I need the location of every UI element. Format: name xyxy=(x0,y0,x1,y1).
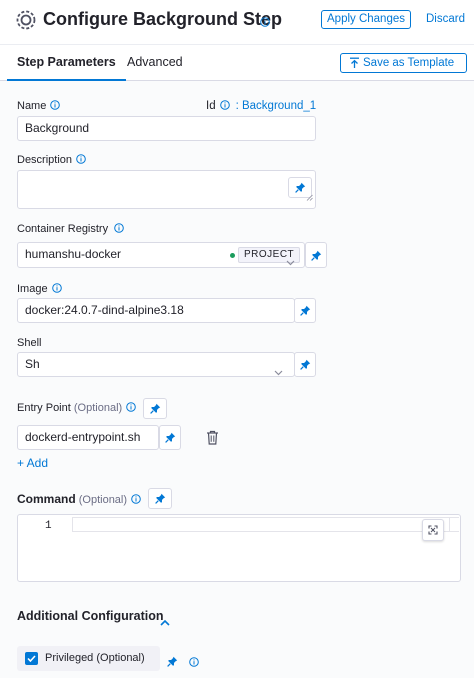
id-value[interactable]: : Background_1 xyxy=(236,100,317,112)
pin-button[interactable] xyxy=(148,488,172,509)
pin-icon xyxy=(154,493,165,504)
id-label: Id xyxy=(206,100,216,112)
command-editor[interactable]: 1 xyxy=(17,514,461,582)
info-icon[interactable] xyxy=(219,100,230,113)
tab-step-parameters[interactable]: Step Parameters xyxy=(7,45,126,81)
chevron-down-icon[interactable] xyxy=(274,361,283,376)
container-registry-value: humanshu-docker xyxy=(25,247,122,261)
check-icon xyxy=(27,655,36,662)
description-label: Description xyxy=(17,154,86,167)
info-icon[interactable] xyxy=(126,402,136,415)
step-parameters-panel: Name Id : Background_1 Background Descrip… xyxy=(0,81,474,678)
editor-divider xyxy=(449,517,450,532)
line-number: 1 xyxy=(45,520,52,532)
info-icon[interactable] xyxy=(76,154,86,167)
info-icon[interactable] xyxy=(189,654,199,672)
pin-button[interactable] xyxy=(143,398,167,419)
description-textarea[interactable] xyxy=(17,170,316,209)
pin-icon xyxy=(299,359,310,370)
shell-label: Shell xyxy=(17,337,42,349)
info-icon[interactable] xyxy=(51,283,62,296)
tab-advanced[interactable]: Advanced xyxy=(127,45,183,81)
tab-bar: Step Parameters Advanced Save as Templat… xyxy=(0,44,474,81)
discard-button[interactable]: Discard xyxy=(426,10,465,29)
dialog-title: Configure Background Step xyxy=(43,9,283,29)
id-display: Id : Background_1 xyxy=(206,100,316,113)
code-line[interactable] xyxy=(72,517,459,532)
step-logo-icon xyxy=(15,9,37,31)
entry-point-input[interactable]: dockerd-entrypoint.sh xyxy=(17,425,159,450)
image-input[interactable]: docker:24.0.7-dind-alpine3.18 xyxy=(17,298,295,323)
upload-icon xyxy=(350,57,359,68)
info-icon[interactable] xyxy=(260,14,270,32)
container-registry-label: Container Registry xyxy=(17,223,124,236)
privileged-checkbox[interactable] xyxy=(25,652,38,665)
pin-button[interactable] xyxy=(294,352,316,377)
expand-icon xyxy=(428,525,438,535)
dialog-header: Configure Background Step Apply Changes … xyxy=(0,0,474,44)
pin-button[interactable] xyxy=(159,425,181,450)
trash-icon[interactable] xyxy=(206,430,219,450)
add-entry-point-link[interactable]: + Add xyxy=(17,456,48,470)
chevron-down-icon[interactable] xyxy=(286,251,295,267)
container-registry-select[interactable]: humanshu-docker PROJECT xyxy=(17,242,305,268)
pin-icon xyxy=(294,182,305,193)
additional-configuration-toggle[interactable]: Additional Configuration xyxy=(17,609,164,623)
shell-value: Sh xyxy=(25,357,40,371)
resize-grip-icon[interactable] xyxy=(306,188,313,206)
chevron-up-icon[interactable] xyxy=(160,613,170,631)
pin-button[interactable] xyxy=(294,298,316,323)
expand-editor-button[interactable] xyxy=(422,519,444,541)
info-icon[interactable] xyxy=(114,223,124,236)
privileged-checkbox-row[interactable]: Privileged (Optional) xyxy=(17,646,160,671)
apply-changes-button[interactable]: Apply Changes xyxy=(321,10,411,29)
pin-icon xyxy=(310,250,321,261)
save-as-template-button[interactable]: Save as Template xyxy=(340,53,467,73)
info-icon[interactable] xyxy=(50,100,61,113)
privileged-label: Privileged (Optional) xyxy=(45,652,145,664)
name-input[interactable]: Background xyxy=(17,116,316,141)
image-label: Image xyxy=(17,283,62,296)
info-icon[interactable] xyxy=(131,494,141,507)
pin-icon[interactable] xyxy=(167,654,178,672)
pin-icon xyxy=(149,403,160,414)
shell-select[interactable]: Sh xyxy=(17,352,295,377)
pin-icon xyxy=(299,305,310,316)
command-label: Command (Optional) xyxy=(17,492,141,507)
pin-icon xyxy=(164,432,175,443)
entry-point-label: Entry Point (Optional) xyxy=(17,402,136,415)
pin-button[interactable] xyxy=(305,242,327,268)
name-label: Name xyxy=(17,100,61,113)
save-as-template-label: Save as Template xyxy=(363,57,455,69)
status-dot xyxy=(230,253,235,258)
